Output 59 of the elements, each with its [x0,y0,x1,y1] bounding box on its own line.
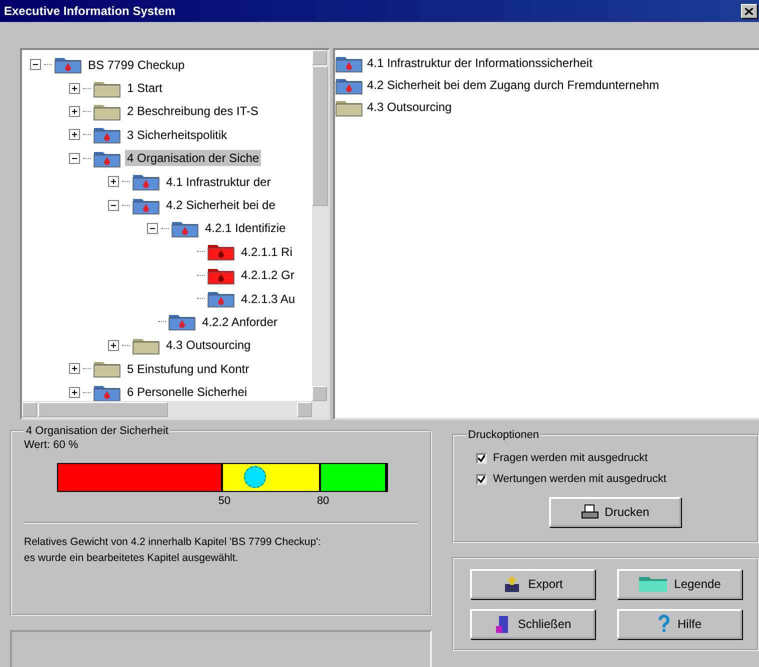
checkbox[interactable] [476,452,487,464]
expander-icon[interactable] [108,176,119,188]
expander-icon[interactable] [69,129,80,140]
tree-item[interactable]: 6 Personelle Sicherhei [125,384,250,400]
tree-item[interactable]: BS 7799 Checkup [86,56,187,73]
folder-icon [93,125,121,144]
group-title: Druckoptionen [467,429,540,441]
expander-icon[interactable] [69,152,80,164]
expander-icon[interactable] [69,363,80,374]
tick-label: 80 [316,495,330,507]
tree-item[interactable]: 4 Organisation der Siche [125,150,262,166]
close-button[interactable]: Schließen [470,609,595,639]
tree-item[interactable]: 4.2.1 Identifizie [203,220,288,236]
tree-item[interactable]: 4.2.1.2 Gr [239,267,296,284]
printer-icon [580,504,599,520]
tick-label: 50 [218,495,230,507]
folder-icon [168,312,196,332]
expander-icon[interactable] [147,222,158,234]
print-button[interactable]: Drucken [549,497,681,527]
folder-icon [132,172,160,192]
folder-icon [207,289,235,308]
scrollbar[interactable] [312,50,328,401]
checkbox[interactable] [476,474,487,484]
tree-item[interactable]: 4.2.2 Anforder [200,314,280,330]
tree-item[interactable]: 1 Start [125,80,164,96]
expander-icon[interactable] [30,59,41,70]
window-title: Executive Information System [4,4,176,18]
tree-item[interactable]: 5 Einstufung und Kontr [125,360,252,377]
expander-icon[interactable] [69,386,80,398]
folder-icon [54,55,82,74]
tree-item[interactable]: 4.3 Outsourcing [164,337,253,354]
expander-icon[interactable] [69,82,80,94]
legend-button[interactable]: Legende [617,569,742,599]
folder-icon [638,575,668,593]
tree-item[interactable]: 3 Sicherheitspolitik [125,126,230,143]
tree-item[interactable]: 4.2.1.1 Ri [239,244,294,260]
folder-icon [93,359,121,378]
tree-item[interactable]: 4.2 Sicherheit bei de [164,197,278,214]
tree-item[interactable]: 4.1 Infrastruktur der [164,174,273,190]
tree-item[interactable]: 2 Beschreibung des IT-S [125,103,260,120]
expander-icon[interactable] [69,106,80,117]
export-button[interactable]: Export [470,569,595,599]
list-item[interactable]: 4.3 Outsourcing [367,100,452,114]
help-icon [657,614,672,634]
list-item[interactable]: 4.1 Infrastruktur der Informationssicherheit [367,56,592,70]
group-title: 4 Organisation der Sicherheit [25,425,170,437]
list-item[interactable]: 4.2 Sicherheit bei dem Zugang durch Fremdunternehm [367,78,660,92]
value-label: Wert: 60 % [24,439,80,451]
close-button[interactable] [741,4,757,18]
expander-icon[interactable] [108,200,119,211]
checkbox-label: Wertungen werden mit ausgedruckt [493,473,666,485]
expander-icon[interactable] [108,340,119,351]
help-button[interactable]: Hilfe [617,609,742,639]
tree-item[interactable]: 4.2.1.3 Au [239,290,298,307]
scrollbar[interactable] [22,401,328,418]
info-text: Relatives Gewicht von 4.2 innerhalb Kapitel 'BS 7799 Checkup': es wurde ein bearbeitetes Kapitel ausgewählt. [24,522,418,606]
close-icon [745,8,753,14]
folder-icon [207,242,235,262]
checkbox-label: Fragen werden mit ausgedruckt [493,452,648,464]
